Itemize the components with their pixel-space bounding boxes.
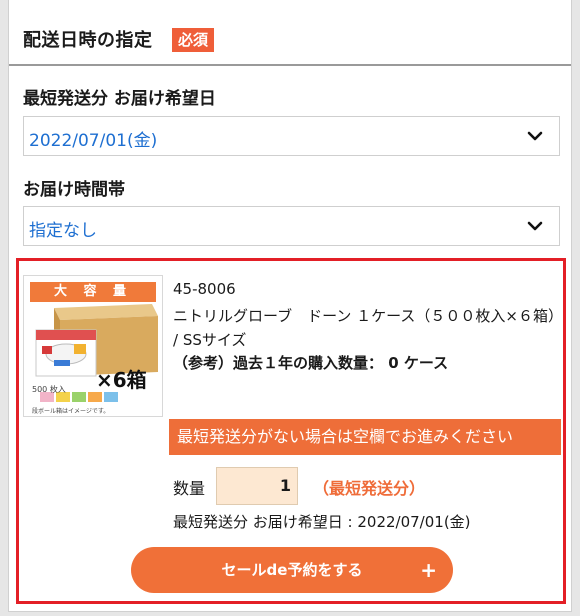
chevron-down-icon [527,221,543,231]
product-info: 45-8006 ニトリルグローブ ドーン １ケース（５００枚入×６箱） / SS… [173,279,563,375]
plus-icon: + [420,558,437,582]
delivery-time-label: お届け時間帯 [23,180,125,200]
product-name[interactable]: ニトリルグローブ ドーン １ケース（５００枚入×６箱） [173,303,563,329]
notice-banner: 最短発送分がない場合は空欄でお進みください [169,419,561,455]
glove-box-illustration [35,304,158,402]
delivery-time-select[interactable]: 指定なし [23,206,560,246]
product-code: 45-8006 [173,280,236,298]
section-title: 配送日時の指定 [23,30,153,51]
quantity-input[interactable]: 1 [216,467,298,505]
reserve-sale-button[interactable]: セールde予約をする + [131,547,453,593]
reserve-button-label: セールde予約をする [221,561,363,579]
quantity-label: 数量 [173,479,206,498]
product-image[interactable]: 大 容 量 ×6箱 500 枚入 段ボール箱はイメージです。 [23,275,163,417]
required-badge: 必須 [172,28,215,52]
delivery-date-label: 最短発送分 お届け希望日 [23,89,216,109]
past-purchase-quantity: （参考）過去１年の購入数量： 0 ケース [173,354,449,372]
quantity-note: （最短発送分） [313,479,426,498]
delivery-panel: 配送日時の指定 必須 最短発送分 お届け希望日 2022/07/01(金) お届… [8,0,572,612]
delivery-time-value: 指定なし [29,221,97,241]
delivery-date-value: 2022/07/01(金) [29,131,158,151]
section-header: 配送日時の指定 必須 [9,0,571,66]
chevron-down-icon [527,131,543,141]
product-size: / SSサイズ [173,331,247,349]
image-count-caption: 500 枚入 [32,385,66,394]
product-card: 大 容 量 ×6箱 500 枚入 段ボール箱はイメージです。 45-8006 ニ… [16,258,566,604]
image-multiplier: ×6箱 [96,368,147,392]
delivery-date-select[interactable]: 2022/07/01(金) [23,116,560,156]
image-note: 段ボール箱はイメージです。 [32,408,110,415]
delivery-date-summary: 最短発送分 お届け希望日 : 2022/07/01(金) [173,513,471,531]
